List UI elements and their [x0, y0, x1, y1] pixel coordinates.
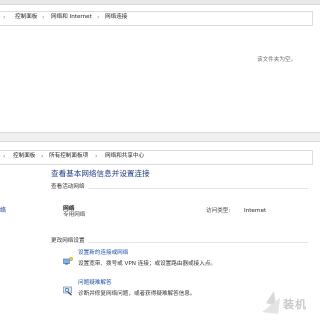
breadcrumb-separator-icon: › [42, 14, 45, 21]
address-arrow-icon: › [3, 14, 6, 21]
access-type-value: Internet [244, 208, 267, 214]
sidebar-fragment[interactable]: 络 [0, 205, 6, 214]
section-divider [88, 188, 308, 189]
top-window-edge [0, 0, 320, 5]
page-title: 查看基本网络信息并设置连接 [51, 169, 150, 178]
breadcrumb-item[interactable]: 网络和 Internet [51, 14, 92, 21]
setup-connection-description: 设置宽带、拨号或 VPN 连接；或设置路由器或接入点。 [78, 261, 217, 267]
breadcrumb-item[interactable]: 控制面板 [13, 153, 35, 160]
active-networks-label: 查看活动网络 [51, 184, 85, 190]
access-type-label: 访问类型: [206, 208, 231, 214]
breadcrumb-item[interactable]: 所有控制面板项 [49, 153, 88, 160]
address-arrow-icon: › [3, 153, 6, 160]
window-gap [0, 132, 320, 142]
change-settings-label: 更改网络设置 [51, 238, 85, 244]
breadcrumb-separator-icon: › [95, 153, 98, 160]
setup-connection-link[interactable]: 设置新的连接或网络 [78, 250, 128, 257]
network-type[interactable]: 专用网络 [63, 212, 85, 219]
breadcrumb-item[interactable]: 网络连接 [105, 14, 127, 21]
network-name: 网络 [63, 206, 75, 212]
watermark-text: 装机 [283, 298, 307, 311]
address-bar[interactable] [0, 150, 313, 165]
address-bar[interactable] [0, 11, 313, 26]
section-divider [88, 242, 308, 243]
breadcrumb-item[interactable]: 控制面板 [15, 14, 37, 21]
breadcrumb-separator-icon: › [97, 14, 100, 21]
troubleshoot-link[interactable]: 问题疑难解答 [78, 280, 112, 287]
empty-folder-message: 该文件夹为空。 [257, 57, 297, 63]
network-setup-icon [63, 251, 73, 265]
troubleshoot-icon [63, 281, 73, 296]
troubleshoot-description: 诊断并修复网络问题，或者获得疑难解答信息。 [78, 291, 196, 297]
breadcrumb-separator-icon: › [41, 153, 44, 160]
breadcrumb-item[interactable]: 网络和共享中心 [105, 153, 144, 160]
